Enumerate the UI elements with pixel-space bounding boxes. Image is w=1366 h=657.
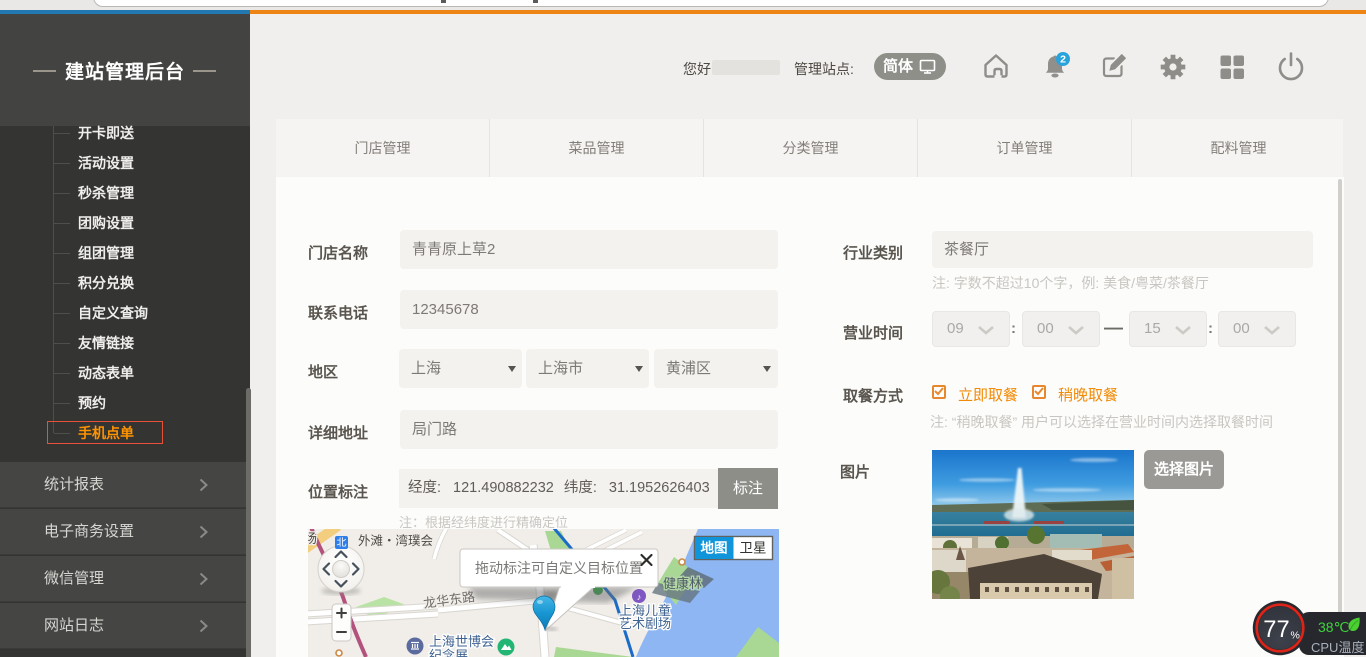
svg-text:77: 77 [1263, 617, 1289, 643]
svg-text:%: % [1291, 630, 1300, 642]
svg-text:拖动标注可自定义目标位置: 拖动标注可自定义目标位置 [475, 560, 643, 576]
svg-text:健康林: 健康林 [663, 576, 702, 591]
svg-text:场: 场 [308, 531, 317, 546]
svg-text:外滩・湾璞会: 外滩・湾璞会 [358, 533, 434, 548]
svg-text:艺术剧场: 艺术剧场 [619, 616, 671, 631]
svg-text:地图: 地图 [701, 540, 728, 556]
svg-text:卫星: 卫星 [740, 541, 767, 556]
svg-text:北: 北 [337, 537, 347, 549]
svg-text:上海世博会: 上海世博会 [429, 634, 494, 649]
svg-text:纪念展: 纪念展 [429, 648, 468, 657]
svg-text:♪: ♪ [637, 592, 642, 602]
svg-text:2: 2 [1060, 54, 1066, 66]
